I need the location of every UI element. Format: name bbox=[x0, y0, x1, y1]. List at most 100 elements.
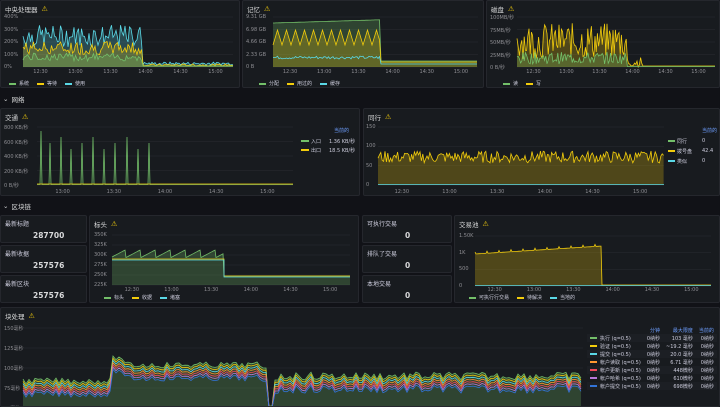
x-tick-label: 12:30 bbox=[526, 69, 541, 75]
cpu-chart[interactable] bbox=[22, 16, 234, 68]
legend-label: 出口 bbox=[311, 148, 322, 154]
y-tick-label: 200 KB/秒 bbox=[4, 168, 29, 175]
table-row[interactable]: 帐户更新 (q=0.5) 0纳秒 448微秒 0纳秒 bbox=[587, 366, 717, 374]
table-cell: 0纳秒 bbox=[646, 375, 660, 382]
legend-item[interactable]: 使用 bbox=[65, 80, 85, 87]
txpool-chart[interactable] bbox=[474, 235, 711, 287]
memory-panel-title[interactable]: 记忆 ⚠ bbox=[247, 4, 270, 14]
traffic-chart[interactable] bbox=[37, 126, 293, 186]
table-header[interactable]: 最大限度 bbox=[663, 326, 696, 334]
peers-panel: 同行 ⚠ 当前的 150 100 50 0 12:30 13:00 13:30 14:00 14:… bbox=[363, 108, 720, 196]
y-tick-label: 1.50K bbox=[459, 233, 474, 239]
legend-label: 缓存 bbox=[330, 81, 341, 87]
tx-stat-panel[interactable]: 本地交易 0 bbox=[362, 275, 452, 303]
warning-icon[interactable]: ⚠ bbox=[29, 312, 35, 320]
legend-item[interactable]: 收据 bbox=[132, 294, 152, 301]
legend-swatch bbox=[503, 82, 510, 85]
legend-label: 入口 bbox=[311, 139, 322, 145]
table-cell: 6.71 毫秒 bbox=[670, 359, 693, 366]
table-row[interactable]: 帐户哈希 (q=0.5) 0纳秒 610微秒 0纳秒 bbox=[587, 374, 717, 382]
warning-icon[interactable]: ⚠ bbox=[111, 220, 117, 228]
table-header[interactable]: 分钟 bbox=[644, 326, 663, 334]
stat-panel[interactable]: 最新区块 257576 bbox=[0, 275, 87, 303]
x-tick-label: 13:30 bbox=[592, 69, 607, 75]
legend-label: 标头 bbox=[114, 295, 125, 301]
header-panel-title[interactable]: 标头 ⚠ bbox=[94, 219, 117, 229]
row-label-text: 执行 (q=0.5) bbox=[600, 335, 631, 342]
x-tick-label: 14:00 bbox=[243, 287, 259, 293]
x-tick-label: 14:00 bbox=[138, 69, 153, 75]
legend-item[interactable]: 标头 bbox=[104, 294, 124, 301]
y-tick-label: 25MB/秒 bbox=[490, 52, 511, 59]
x-tick-label: 14:30 bbox=[208, 189, 224, 195]
legend-label: 用过的 bbox=[297, 81, 313, 87]
tx-stat-panel[interactable]: 可执行交易 0 bbox=[362, 215, 452, 243]
legend-label: 待解决 bbox=[527, 295, 543, 301]
legend-item[interactable]: 可执行行交易 bbox=[469, 294, 509, 301]
section-network[interactable]: ⌄ 网络 bbox=[0, 93, 720, 105]
legend-item[interactable]: 分配 bbox=[259, 80, 279, 87]
section-blockchain[interactable]: ⌄ 区块链 bbox=[0, 200, 720, 212]
block-processing-legend-table: 分钟 最大限度 当前的 执行 (q=0.5) 0纳秒 103 毫秒 0纳秒 验证 (q=0.5… bbox=[587, 326, 717, 390]
table-header[interactable]: 当前的 bbox=[696, 326, 717, 334]
warning-icon[interactable]: ⚠ bbox=[264, 5, 270, 13]
y-tick-label: 325K bbox=[94, 242, 107, 248]
memory-chart[interactable] bbox=[272, 16, 478, 68]
cpu-legend: 系统 等待 使用 bbox=[9, 80, 85, 87]
legend-item[interactable]: 系统 bbox=[9, 80, 29, 87]
block-processing-chart[interactable] bbox=[22, 327, 583, 407]
traffic-panel-title[interactable]: 交通 ⚠ bbox=[5, 112, 28, 122]
warning-icon[interactable]: ⚠ bbox=[508, 5, 514, 13]
disk-panel: 磁盘 ⚠ 读写 100MB/秒 75MB/秒 50MB/秒 25MB/秒 0 B/秒 12:… bbox=[486, 0, 720, 88]
legend-item[interactable]: 用过的 bbox=[287, 80, 312, 87]
legend-label: 使用 bbox=[75, 81, 86, 87]
legend-item[interactable]: 缓存 bbox=[320, 80, 340, 87]
table-row[interactable]: 帐户提交 (q=0.5) 0纳秒 698微秒 0纳秒 bbox=[587, 382, 717, 390]
peers-title-text: 同行 bbox=[368, 114, 381, 122]
legend-item[interactable]: 堵塞 bbox=[160, 294, 180, 301]
stat-panel[interactable]: 最新收据 257576 bbox=[0, 245, 87, 273]
block-processing-title[interactable]: 块处理 ⚠ bbox=[5, 311, 35, 321]
legend-item[interactable]: 读 bbox=[503, 80, 518, 87]
block-processing-panel: 块处理 ⚠ 分钟 最大限度 当前的 执行 (q=0.5) 0纳秒 103 毫秒 0纳秒 验证 (… bbox=[0, 307, 720, 407]
txpool-panel-title[interactable]: 交易池 ⚠ bbox=[459, 219, 489, 229]
table-cell: 0纳秒 bbox=[643, 334, 663, 342]
warning-icon[interactable]: ⚠ bbox=[42, 5, 48, 13]
table-row[interactable]: 执行 (q=0.5) 0纳秒 103 毫秒 0纳秒 bbox=[587, 334, 717, 342]
y-tick-label: 0% bbox=[4, 64, 12, 70]
txpool-title-text: 交易池 bbox=[459, 221, 479, 229]
cpu-panel-title[interactable]: 中央处理器 ⚠ bbox=[5, 4, 48, 14]
y-tick-label: 50MB/秒 bbox=[490, 40, 511, 46]
y-tick-label: 400% bbox=[4, 14, 19, 20]
legend-item[interactable]: 等待 bbox=[37, 80, 57, 87]
legend-item[interactable]: 写 bbox=[526, 80, 541, 87]
y-tick-label: 100毫秒 bbox=[4, 366, 24, 372]
legend-value: 0 bbox=[702, 138, 706, 144]
stat-value: 0 bbox=[405, 231, 411, 240]
peers-chart[interactable] bbox=[377, 126, 664, 186]
y-tick-label: 150 bbox=[366, 124, 376, 130]
stat-label: 本地交易 bbox=[367, 281, 392, 288]
x-tick-label: 13:30 bbox=[489, 189, 505, 195]
y-tick-label: 225K bbox=[94, 282, 107, 288]
table-row[interactable]: 帐户读取 (q=0.5) 0纳秒 6.71 毫秒 0纳秒 bbox=[587, 358, 717, 366]
table-row[interactable]: 验证 (q=0.5) 0纳秒 ~19.2 毫秒 0纳秒 bbox=[587, 342, 717, 350]
x-tick-label: 15:00 bbox=[684, 287, 699, 293]
stat-value: 287700 bbox=[33, 231, 65, 240]
warning-icon[interactable]: ⚠ bbox=[385, 113, 391, 121]
stat-panel[interactable]: 最新标题 287700 bbox=[0, 215, 87, 243]
peers-legend-header: 当前的 bbox=[702, 128, 718, 134]
legend-item[interactable]: 当地的 bbox=[550, 294, 575, 301]
disk-chart[interactable] bbox=[516, 16, 715, 69]
tx-stat-panel[interactable]: 排队了交易 0 bbox=[362, 245, 452, 273]
legend-item[interactable]: 待解决 bbox=[517, 294, 542, 301]
table-row[interactable]: 提交 (q=0.5) 0纳秒 20.0 毫秒 0纳秒 bbox=[587, 350, 717, 358]
peers-panel-title[interactable]: 同行 ⚠ bbox=[368, 112, 391, 122]
warning-icon[interactable]: ⚠ bbox=[483, 220, 489, 228]
x-tick-label: 15:00 bbox=[260, 189, 275, 195]
header-chart[interactable] bbox=[111, 234, 350, 286]
legend-swatch bbox=[550, 296, 558, 299]
row-label: 执行 (q=0.5) bbox=[587, 334, 644, 342]
disk-panel-title[interactable]: 磁盘 ⚠ bbox=[491, 4, 514, 14]
warning-icon[interactable]: ⚠ bbox=[22, 113, 28, 121]
